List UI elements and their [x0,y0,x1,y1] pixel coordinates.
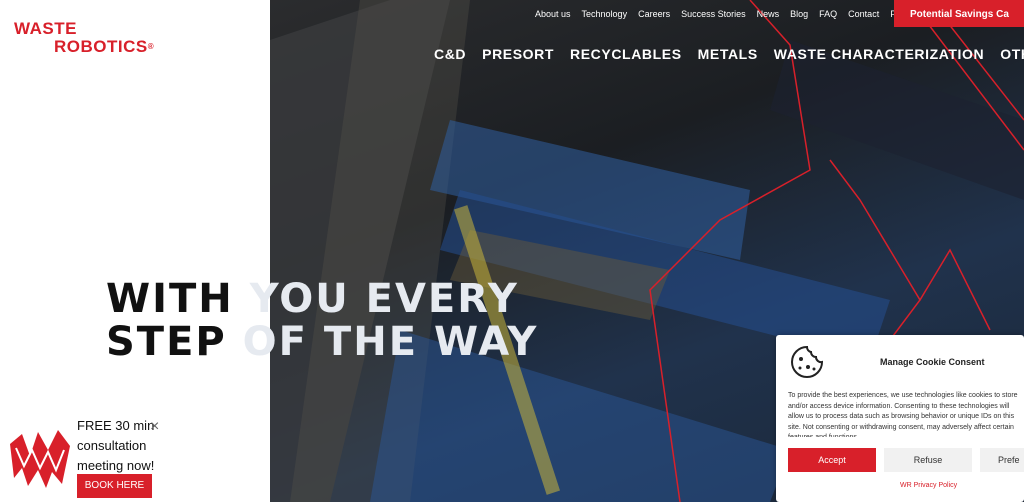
headline-dark-1: WITH [106,276,250,322]
main-nav: C&D PRESORT RECYCLABLES METALS WASTE CHA… [434,46,1024,62]
nav-news[interactable]: News [757,9,780,19]
nav-about[interactable]: About us [535,9,571,19]
potential-savings-button[interactable]: Potential Savings Ca [894,0,1024,27]
refuse-button[interactable]: Refuse [884,448,972,472]
nav-technology[interactable]: Technology [582,9,628,19]
hero-headline: WITH YOU EVERY STEP OF THE WAY [106,278,538,364]
accept-button[interactable]: Accept [788,448,876,472]
cookie-consent-dialog: Manage Cookie Consent To provide the bes… [776,335,1024,502]
nav-contact[interactable]: Contact [848,9,879,19]
nav-metals[interactable]: METALS [698,46,758,62]
nav-recyclables[interactable]: RECYCLABLES [570,46,682,62]
close-icon[interactable]: × [150,418,159,436]
nav-other[interactable]: OTH [1000,46,1024,62]
headline-dark-2: STEP [106,319,243,365]
top-nav: About us Technology Careers Success Stor… [535,9,902,19]
nav-cd[interactable]: C&D [434,46,466,62]
cookie-icon [791,345,824,378]
headline-light-1: YOU EVERY [249,276,519,322]
privacy-policy-link[interactable]: WR Privacy Policy [900,482,957,489]
page: WASTE ROBOTICS® About us Technology Care… [0,0,1024,502]
consultation-popup: FREE 30 min consultation meeting now! × … [0,412,270,502]
waste-robotics-emblem-icon [10,430,70,488]
cookie-body-text: To provide the best experiences, we use … [788,392,1018,437]
brand-logo[interactable]: WASTE ROBOTICS® [14,20,154,56]
nav-blog[interactable]: Blog [790,9,808,19]
nav-faq[interactable]: FAQ [819,9,837,19]
book-here-button[interactable]: BOOK HERE [77,474,152,498]
preferences-button[interactable]: Prefe [980,448,1024,472]
consultation-text: FREE 30 min consultation meeting now! [77,418,155,473]
nav-presort[interactable]: PRESORT [482,46,554,62]
headline-light-2: OF THE WAY [242,319,539,365]
nav-careers[interactable]: Careers [638,9,670,19]
brand-line2: ROBOTICS [54,37,148,56]
nav-success-stories[interactable]: Success Stories [681,9,746,19]
nav-waste-characterization[interactable]: WASTE CHARACTERIZATION [774,46,985,62]
brand-line1: WASTE [14,19,77,38]
cookie-title: Manage Cookie Consent [880,357,985,367]
brand-reg: ® [147,42,155,51]
